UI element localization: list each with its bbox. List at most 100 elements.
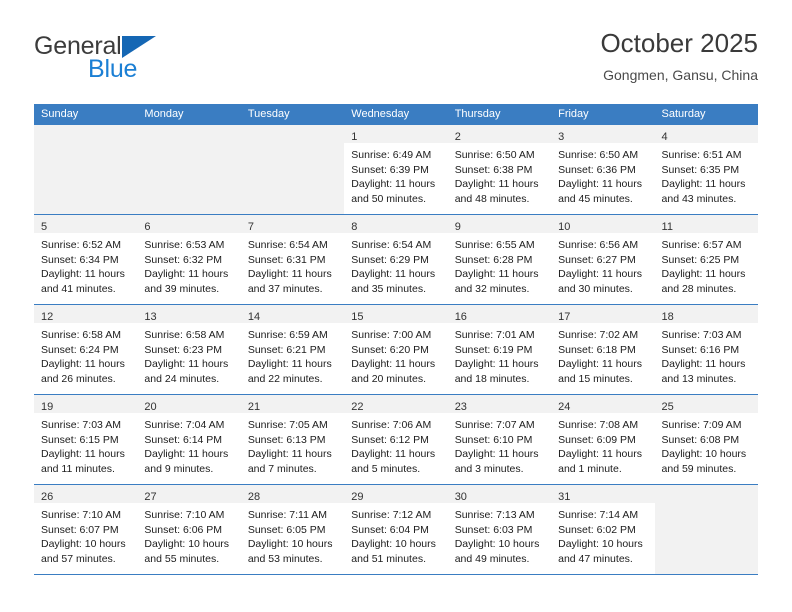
day-number: 29 [351,491,364,503]
day-number: 27 [144,491,157,503]
calendar-day-cell[interactable]: 21 Sunrise: 7:05 AM Sunset: 6:13 PM Dayligh… [240,395,345,484]
calendar-day-empty [654,485,758,574]
daylight-text-line1: Daylight: 11 hours [558,358,642,370]
calendar-day-cell[interactable]: 10 Sunrise: 6:56 AM Sunset: 6:27 PM Dayligh… [551,215,655,304]
sunset-text: Sunset: 6:34 PM [41,253,119,266]
calendar-day-cell[interactable]: 11 Sunrise: 6:57 AM Sunset: 6:25 PM Dayligh… [654,215,758,304]
logo-text-blue: Blue [88,55,138,83]
sunset-text: Sunset: 6:05 PM [247,523,326,536]
calendar-day-cell[interactable]: 7 Sunrise: 6:54 AM Sunset: 6:31 PM Daylight… [240,215,345,304]
calendar-page: General Blue October 2025 Gongmen, Gansu… [0,0,792,612]
calendar-day-cell[interactable]: 26 Sunrise: 7:10 AM Sunset: 6:07 PM Dayligh… [34,485,138,574]
calendar-day-cell[interactable]: 27 Sunrise: 7:10 AM Sunset: 6:06 PM Dayligh… [137,485,241,574]
day-number: 14 [247,311,261,323]
calendar-day-cell[interactable]: 22 Sunrise: 7:06 AM Sunset: 6:12 PM Dayligh… [344,395,448,484]
calendar-day-cell[interactable]: 23 Sunrise: 7:07 AM Sunset: 6:10 PM Dayligh… [447,395,552,484]
weekday-wednesday: Wednesday [351,108,410,120]
calendar-day-cell[interactable]: 5 Sunrise: 6:52 AM Sunset: 6:34 PM Daylight… [34,215,138,304]
day-number: 16 [454,311,467,323]
day-number: 6 [144,221,151,233]
day-sun-info: Sunrise: 6:58 AM Sunset: 6:23 PM Daylight:… [144,328,234,386]
day-number: 12 [41,311,54,323]
daylight-text-line1: Daylight: 11 hours [351,268,436,280]
calendar-day-cell[interactable]: 3 Sunrise: 6:50 AM Sunset: 6:36 PM Daylight… [551,125,655,214]
daylight-text-line1: Daylight: 11 hours [454,448,539,460]
daylight-text-line2: and 49 minutes. [454,552,530,565]
day-sun-info: Sunrise: 7:04 AM Sunset: 6:14 PM Daylight:… [144,418,234,476]
sunrise-text: Sunrise: 6:50 AM [558,149,639,161]
sunset-text: Sunset: 6:19 PM [454,343,533,356]
daylight-text-line2: and 22 minutes. [247,372,323,385]
daylight-text-line2: and 45 minutes. [558,192,633,205]
day-sun-info: Sunrise: 7:09 AM Sunset: 6:08 PM Daylight:… [662,418,752,476]
day-number: 7 [247,221,254,233]
sunrise-text: Sunrise: 6:54 AM [247,239,328,251]
sunrise-text: Sunrise: 7:07 AM [454,419,535,431]
day-number: 8 [351,221,358,233]
daylight-text-line1: Daylight: 10 hours [351,538,436,550]
daylight-text-line2: and 26 minutes. [41,372,116,385]
sunset-text: Sunset: 6:12 PM [351,433,429,446]
calendar-day-cell[interactable]: 25 Sunrise: 7:09 AM Sunset: 6:08 PM Dayligh… [654,395,758,484]
general-blue-logo[interactable]: General Blue [34,28,244,90]
calendar-day-cell[interactable]: 24 Sunrise: 7:08 AM Sunset: 6:09 PM Dayligh… [551,395,655,484]
calendar-day-cell[interactable]: 12 Sunrise: 6:58 AM Sunset: 6:24 PM Dayligh… [34,305,138,394]
day-number: 21 [247,401,261,413]
daylight-text-line2: and 51 minutes. [351,552,426,565]
sunrise-text: Sunrise: 7:09 AM [661,419,742,431]
day-number: 23 [454,401,467,413]
calendar-day-cell[interactable]: 4 Sunrise: 6:51 AM Sunset: 6:35 PM Daylight… [654,125,758,214]
calendar-day-cell[interactable]: 13 Sunrise: 6:58 AM Sunset: 6:23 PM Dayligh… [137,305,241,394]
sunset-text: Sunset: 6:04 PM [351,523,429,536]
daylight-text-line1: Daylight: 11 hours [454,358,539,370]
calendar-week-row: 1 Sunrise: 6:49 AM Sunset: 6:39 PM Daylight… [34,125,758,215]
calendar-day-empty [137,125,241,214]
daylight-text-line2: and 59 minutes. [661,462,737,475]
calendar-day-cell[interactable]: 14 Sunrise: 6:59 AM Sunset: 6:21 PM Dayligh… [240,305,345,394]
sunrise-text: Sunrise: 7:11 AM [247,509,328,521]
weekday-tuesday: Tuesday [247,108,290,120]
daylight-text-line2: and 1 minute. [558,462,622,475]
daylight-text-line2: and 20 minutes. [351,372,426,385]
sunset-text: Sunset: 6:10 PM [454,433,533,446]
day-sun-info: Sunrise: 7:02 AM Sunset: 6:18 PM Daylight:… [558,328,648,386]
sunrise-text: Sunrise: 6:57 AM [661,239,742,251]
sunrise-text: Sunrise: 6:53 AM [144,239,225,251]
calendar-day-cell[interactable]: 15 Sunrise: 7:00 AM Sunset: 6:20 PM Dayligh… [344,305,448,394]
calendar-day-cell[interactable]: 8 Sunrise: 6:54 AM Sunset: 6:29 PM Daylight… [344,215,448,304]
sunrise-text: Sunrise: 7:10 AM [144,509,225,521]
sunrise-text: Sunrise: 7:01 AM [454,329,535,341]
daylight-text-line1: Daylight: 11 hours [41,448,125,460]
calendar-day-cell[interactable]: 30 Sunrise: 7:13 AM Sunset: 6:03 PM Dayligh… [447,485,552,574]
calendar-day-cell[interactable]: 29 Sunrise: 7:12 AM Sunset: 6:04 PM Dayligh… [344,485,448,574]
sunrise-text: Sunrise: 7:02 AM [558,329,639,341]
calendar-day-cell[interactable]: 28 Sunrise: 7:11 AM Sunset: 6:05 PM Dayligh… [240,485,345,574]
day-sun-info: Sunrise: 7:07 AM Sunset: 6:10 PM Daylight:… [455,418,545,476]
weekday-sunday: Sunday [41,108,79,120]
sunset-text: Sunset: 6:06 PM [144,523,223,536]
calendar-day-cell[interactable]: 6 Sunrise: 6:53 AM Sunset: 6:32 PM Daylight… [137,215,241,304]
sunset-text: Sunset: 6:18 PM [558,343,636,356]
calendar-day-cell[interactable]: 17 Sunrise: 7:02 AM Sunset: 6:18 PM Dayligh… [551,305,655,394]
sunrise-text: Sunrise: 7:03 AM [661,329,742,341]
calendar-day-cell[interactable]: 16 Sunrise: 7:01 AM Sunset: 6:19 PM Dayligh… [447,305,552,394]
day-number: 11 [661,221,673,233]
daylight-text-line1: Daylight: 11 hours [144,268,229,280]
calendar-day-cell[interactable]: 31 Sunrise: 7:14 AM Sunset: 6:02 PM Dayligh… [551,485,655,574]
day-number: 19 [41,401,54,413]
calendar-day-cell[interactable]: 1 Sunrise: 6:49 AM Sunset: 6:39 PM Daylight… [344,125,448,214]
day-number: 22 [351,401,364,413]
calendar-day-cell[interactable]: 20 Sunrise: 7:04 AM Sunset: 6:14 PM Dayligh… [137,395,241,484]
calendar-day-cell[interactable]: 2 Sunrise: 6:50 AM Sunset: 6:38 PM Daylight… [447,125,552,214]
sunset-text: Sunset: 6:16 PM [661,343,740,356]
day-number: 28 [247,491,261,503]
daylight-text-line2: and 9 minutes. [144,462,214,475]
calendar-day-cell[interactable]: 18 Sunrise: 7:03 AM Sunset: 6:16 PM Dayligh… [654,305,758,394]
day-sun-info: Sunrise: 6:56 AM Sunset: 6:27 PM Daylight:… [558,238,648,296]
daylight-text-line2: and 32 minutes. [454,282,530,295]
sunset-text: Sunset: 6:36 PM [558,163,636,176]
day-number: 9 [454,221,461,233]
calendar-day-cell[interactable]: 9 Sunrise: 6:55 AM Sunset: 6:28 PM Daylight… [447,215,552,304]
sunset-text: Sunset: 6:14 PM [144,433,223,446]
calendar-day-cell[interactable]: 19 Sunrise: 7:03 AM Sunset: 6:15 PM Dayligh… [34,395,138,484]
